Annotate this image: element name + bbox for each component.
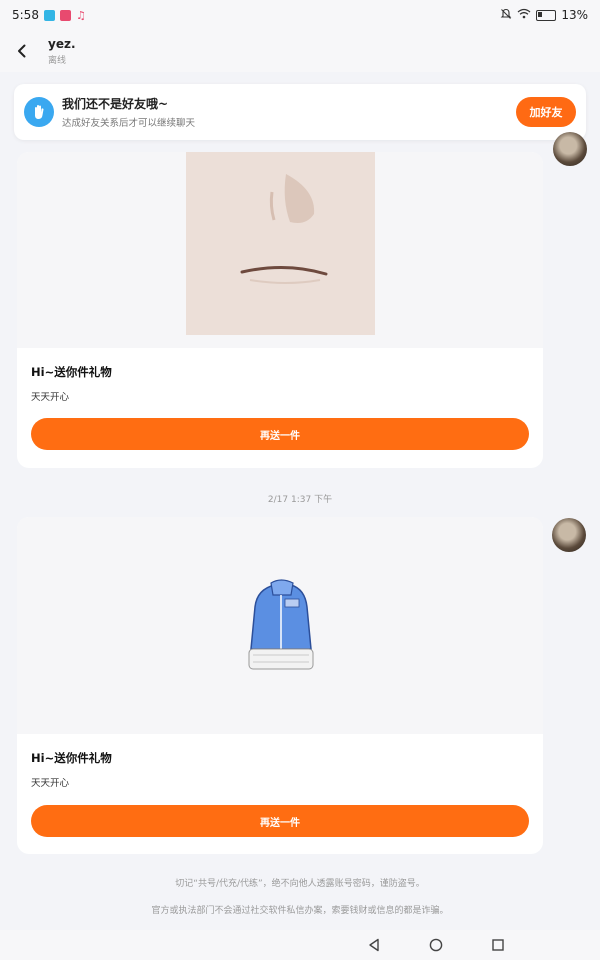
message-timestamp: 2/17 1:37 下午 <box>267 495 333 505</box>
security-disclaimer-2: 官方或执法部门不会通过社交软件私信办案，索要钱财或信息的都是诈骗。 <box>151 906 449 916</box>
gift-title: Hi~送你件礼物 <box>31 365 112 379</box>
status-right: 13% <box>500 8 588 23</box>
back-button[interactable] <box>0 30 44 72</box>
blue-jacket-image <box>241 577 321 677</box>
friend-request-banner: 我们还不是好友哦~ 达成好友关系后才可以继续聊天 加好友 <box>14 84 586 140</box>
gift-image-area <box>17 517 543 734</box>
status-bar: 5:58 ♫ 13% <box>0 0 600 30</box>
status-time: 5:58 <box>12 8 39 22</box>
triangle-back-icon <box>369 938 379 952</box>
nav-recents-button[interactable] <box>491 938 505 952</box>
gift-message-card: Hi~送你件礼物 天天开心 再送一件 <box>17 152 543 468</box>
gift-title: Hi~送你件礼物 <box>31 751 112 765</box>
contact-status: 离线 <box>48 55 67 66</box>
sender-avatar[interactable] <box>553 132 587 166</box>
gift-message: 天天开心 <box>31 392 70 403</box>
add-friend-button[interactable]: 加好友 <box>516 97 576 127</box>
nav-home-button[interactable] <box>429 938 443 952</box>
banner-subtitle: 达成好友关系后才可以继续聊天 <box>62 118 196 129</box>
hand-wave-icon <box>24 97 54 127</box>
mute-icon <box>500 8 512 23</box>
battery-icon <box>536 9 557 21</box>
app-notification-icon <box>43 9 55 21</box>
nav-back-button[interactable] <box>367 938 381 952</box>
gift-message: 天天开心 <box>31 778 70 789</box>
music-icon: ♫ <box>75 8 86 22</box>
security-disclaimer-1: 切记“共号/代充/代练”，绝不向他人透露账号密码，谨防盗号。 <box>175 879 425 889</box>
resend-gift-button[interactable]: 再送一件 <box>31 418 529 450</box>
resend-gift-button[interactable]: 再送一件 <box>31 805 529 837</box>
sender-avatar[interactable] <box>552 518 586 552</box>
gift-image-area <box>17 152 543 348</box>
chat-header: yez. 离线 <box>0 30 600 72</box>
contact-info[interactable]: yez. 离线 <box>48 37 76 66</box>
wifi-icon <box>517 8 531 22</box>
face-sticker-image <box>186 152 375 335</box>
status-left: 5:58 ♫ <box>12 8 86 22</box>
video-app-icon <box>59 9 71 21</box>
contact-name: yez. <box>48 36 76 51</box>
square-recents-icon <box>492 939 504 951</box>
banner-text: 我们还不是好友哦~ 达成好友关系后才可以继续聊天 <box>62 95 516 129</box>
battery-level: 13% <box>561 8 588 22</box>
circle-home-icon <box>429 938 443 952</box>
system-nav-bar <box>0 930 600 960</box>
banner-title: 我们还不是好友哦~ <box>62 97 169 111</box>
back-arrow-icon <box>18 44 26 58</box>
gift-message-card: Hi~送你件礼物 天天开心 再送一件 <box>17 517 543 854</box>
